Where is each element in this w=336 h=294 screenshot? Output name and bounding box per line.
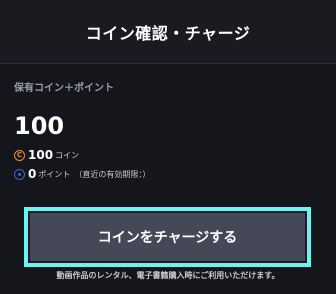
balance-label: 保有コイン＋ポイント [14,83,114,94]
point-expiry-note: （直近の有効期限：） [74,169,151,179]
total-balance: 100 [14,112,65,140]
coin-balance-row: C 100 コイン [14,148,79,162]
point-icon [14,168,25,180]
point-value: 0 [28,167,37,181]
coin-value: 100 [28,148,54,162]
usage-footnote: 動画作品のレンタル、電子書籍購入時にご利用いただけます。 [56,271,280,280]
page-title: コイン確認・チャージ [85,23,251,43]
coin-unit: コイン [55,150,80,160]
page-header: コイン確認・チャージ [0,0,336,64]
point-unit: ポイント [38,169,71,179]
charge-button-focus-ring: コインをチャージする [24,207,311,267]
coin-icon: C [14,149,25,161]
point-balance-row: 0 ポイント （直近の有効期限：） [14,167,150,181]
charge-coins-button[interactable]: コインをチャージする [30,213,305,261]
